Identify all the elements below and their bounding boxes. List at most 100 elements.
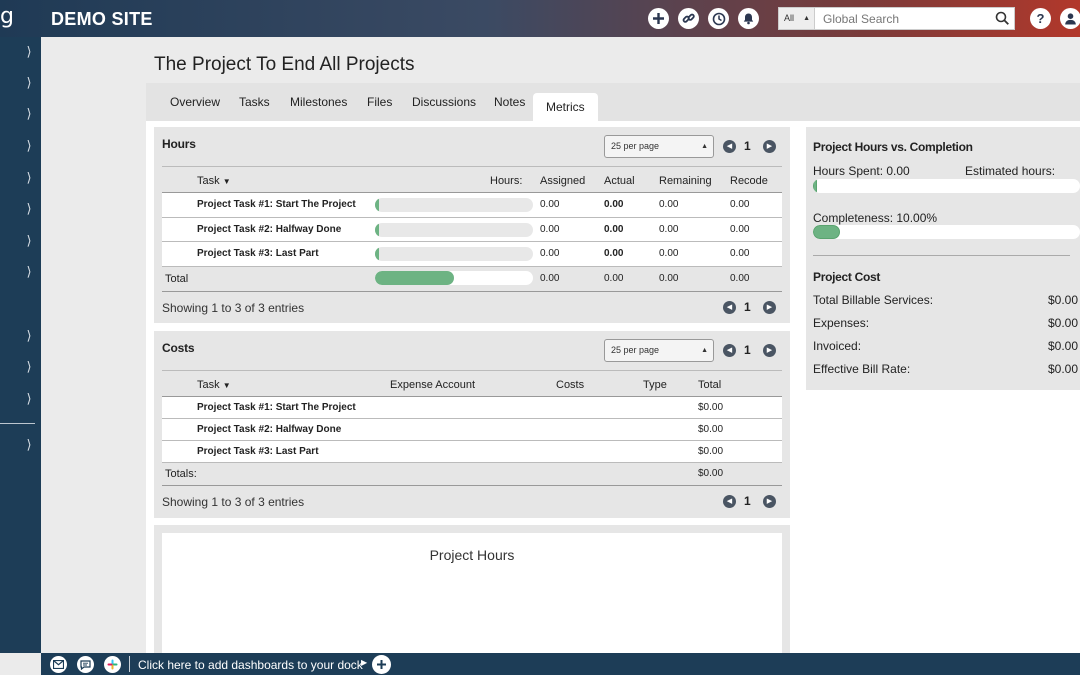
tab-discussions[interactable]: Discussions: [412, 95, 476, 109]
sidebar-expand-icon[interactable]: ⟩: [22, 265, 36, 281]
tab-overview[interactable]: Overview: [170, 95, 220, 109]
column-costs[interactable]: Costs: [556, 379, 584, 391]
tab-files[interactable]: Files: [367, 95, 392, 109]
table-row: Project Task #1: Start The Project 0.00 …: [162, 193, 782, 218]
task-name[interactable]: Project Task #2: Halfway Done: [197, 424, 341, 435]
next-page-icon[interactable]: ▶: [763, 140, 776, 153]
remaining-value: 0.00: [659, 224, 679, 235]
add-icon[interactable]: [648, 8, 669, 29]
bell-icon[interactable]: [738, 8, 759, 29]
task-name[interactable]: Project Task #1: Start The Project: [197, 199, 356, 210]
hours-pager-bottom: ◀ 1 ▶: [723, 300, 777, 316]
table-row: Project Task #3: Last Part $0.00: [162, 441, 782, 463]
table-row: Project Task #1: Start The Project $0.00: [162, 397, 782, 419]
assigned-value: 0.00: [540, 248, 560, 259]
total-progress-bar: [375, 271, 533, 285]
assigned-value: 0.00: [540, 224, 560, 235]
help-icon[interactable]: ?: [1030, 8, 1051, 29]
actual-value: 0.00: [604, 199, 624, 210]
sidebar-expand-icon[interactable]: ⟩: [22, 171, 36, 187]
total-label: Total: [165, 273, 189, 285]
next-page-icon[interactable]: ▶: [763, 344, 776, 357]
clock-icon[interactable]: [708, 8, 729, 29]
add-dashboards-link[interactable]: Click here to add dashboards to your doc…: [138, 658, 363, 672]
column-remaining[interactable]: Remaining: [659, 175, 712, 187]
column-actual[interactable]: Actual: [604, 175, 635, 187]
global-search: All ▲: [778, 7, 1015, 30]
page-number[interactable]: 1: [744, 139, 751, 153]
add-dashboard-icon[interactable]: [372, 655, 391, 674]
costs-pager: ◀ 1 ▶: [723, 343, 777, 359]
sidebar-expand-icon[interactable]: ⟩: [22, 438, 36, 454]
tab-milestones[interactable]: Milestones: [290, 95, 347, 109]
user-icon[interactable]: [1060, 8, 1080, 29]
bill-rate-label: Effective Bill Rate:: [813, 362, 911, 376]
column-task-label: Task: [197, 379, 220, 391]
prev-page-icon[interactable]: ◀: [723, 301, 736, 314]
sidebar-expand-icon[interactable]: ⟩: [22, 329, 36, 345]
column-total[interactable]: Total: [698, 379, 721, 391]
logo[interactable]: g: [0, 6, 22, 30]
search-icon[interactable]: [995, 11, 1010, 26]
total-progress-fill: [375, 271, 454, 285]
hours-progress-fill: [375, 198, 379, 212]
project-hours-chart-panel: Project Hours: [154, 525, 790, 653]
search-input[interactable]: [816, 8, 991, 29]
tab-bar: Overview Tasks Milestones Files Discussi…: [146, 83, 1080, 121]
grand-total-value: $0.00: [698, 468, 724, 479]
page-title: The Project To End All Projects: [154, 54, 415, 75]
hours-progress-bar: [375, 198, 533, 212]
hours-per-page-select[interactable]: 25 per page ▲: [604, 135, 714, 158]
search-scope-select[interactable]: All ▲: [779, 8, 815, 29]
next-page-icon[interactable]: ▶: [763, 495, 776, 508]
tab-notes[interactable]: Notes: [494, 95, 525, 109]
sidebar-expand-icon[interactable]: ⟩: [22, 360, 36, 376]
sidebar-expand-icon[interactable]: ⟩: [22, 139, 36, 155]
table-total-row: Totals: $0.00: [162, 463, 782, 486]
total-value: $0.00: [698, 424, 724, 435]
mail-icon[interactable]: [50, 656, 67, 673]
task-name[interactable]: Project Task #2: Halfway Done: [197, 224, 341, 235]
expenses-value: $0.00: [1047, 316, 1078, 330]
next-page-icon[interactable]: ▶: [763, 301, 776, 314]
sidebar-expand-icon[interactable]: ⟩: [22, 234, 36, 250]
column-task-label: Task: [197, 175, 220, 187]
slack-icon[interactable]: [104, 656, 121, 673]
invoiced-label: Invoiced:: [813, 339, 862, 353]
task-name[interactable]: Project Task #3: Last Part: [197, 446, 319, 457]
completeness-bar: [813, 225, 1080, 239]
totals-label: Totals:: [165, 468, 197, 480]
page-number[interactable]: 1: [744, 300, 751, 314]
tab-metrics[interactable]: Metrics: [533, 93, 598, 121]
column-type[interactable]: Type: [643, 379, 667, 391]
prev-page-icon[interactable]: ◀: [723, 495, 736, 508]
hours-spent-bar: [813, 179, 1080, 193]
table-row: Project Task #3: Last Part 0.00 0.00 0.0…: [162, 242, 782, 267]
page-number[interactable]: 1: [744, 343, 751, 357]
costs-per-page-select[interactable]: 25 per page ▲: [604, 339, 714, 362]
column-expense-account[interactable]: Expense Account: [390, 379, 475, 391]
sidebar-expand-icon[interactable]: ⟩: [22, 107, 36, 123]
sidebar-expand-icon[interactable]: ⟩: [22, 76, 36, 92]
assigned-total: 0.00: [540, 273, 560, 284]
select-arrows-icon: ▲: [701, 143, 708, 150]
prev-page-icon[interactable]: ◀: [723, 140, 736, 153]
table-header: Task ▼ Hours: Assigned Actual Remaining …: [162, 166, 782, 193]
column-task[interactable]: Task ▼: [197, 175, 231, 187]
sidebar-expand-icon[interactable]: ⟩: [22, 202, 36, 218]
chat-icon[interactable]: [77, 656, 94, 673]
sidebar-expand-icon[interactable]: ⟩: [22, 392, 36, 408]
column-recode[interactable]: Recode: [730, 175, 768, 187]
column-assigned[interactable]: Assigned: [540, 175, 585, 187]
page-number[interactable]: 1: [744, 494, 751, 508]
task-name[interactable]: Project Task #1: Start The Project: [197, 402, 356, 413]
column-task[interactable]: Task ▼: [197, 379, 231, 391]
task-name[interactable]: Project Task #3: Last Part: [197, 248, 319, 259]
sidebar-expand-icon[interactable]: ⟩: [22, 45, 36, 61]
tab-tasks[interactable]: Tasks: [239, 95, 270, 109]
remaining-value: 0.00: [659, 248, 679, 259]
link-icon[interactable]: [678, 8, 699, 29]
site-title[interactable]: DEMO SITE: [51, 9, 153, 30]
prev-page-icon[interactable]: ◀: [723, 344, 736, 357]
total-value: $0.00: [698, 402, 724, 413]
